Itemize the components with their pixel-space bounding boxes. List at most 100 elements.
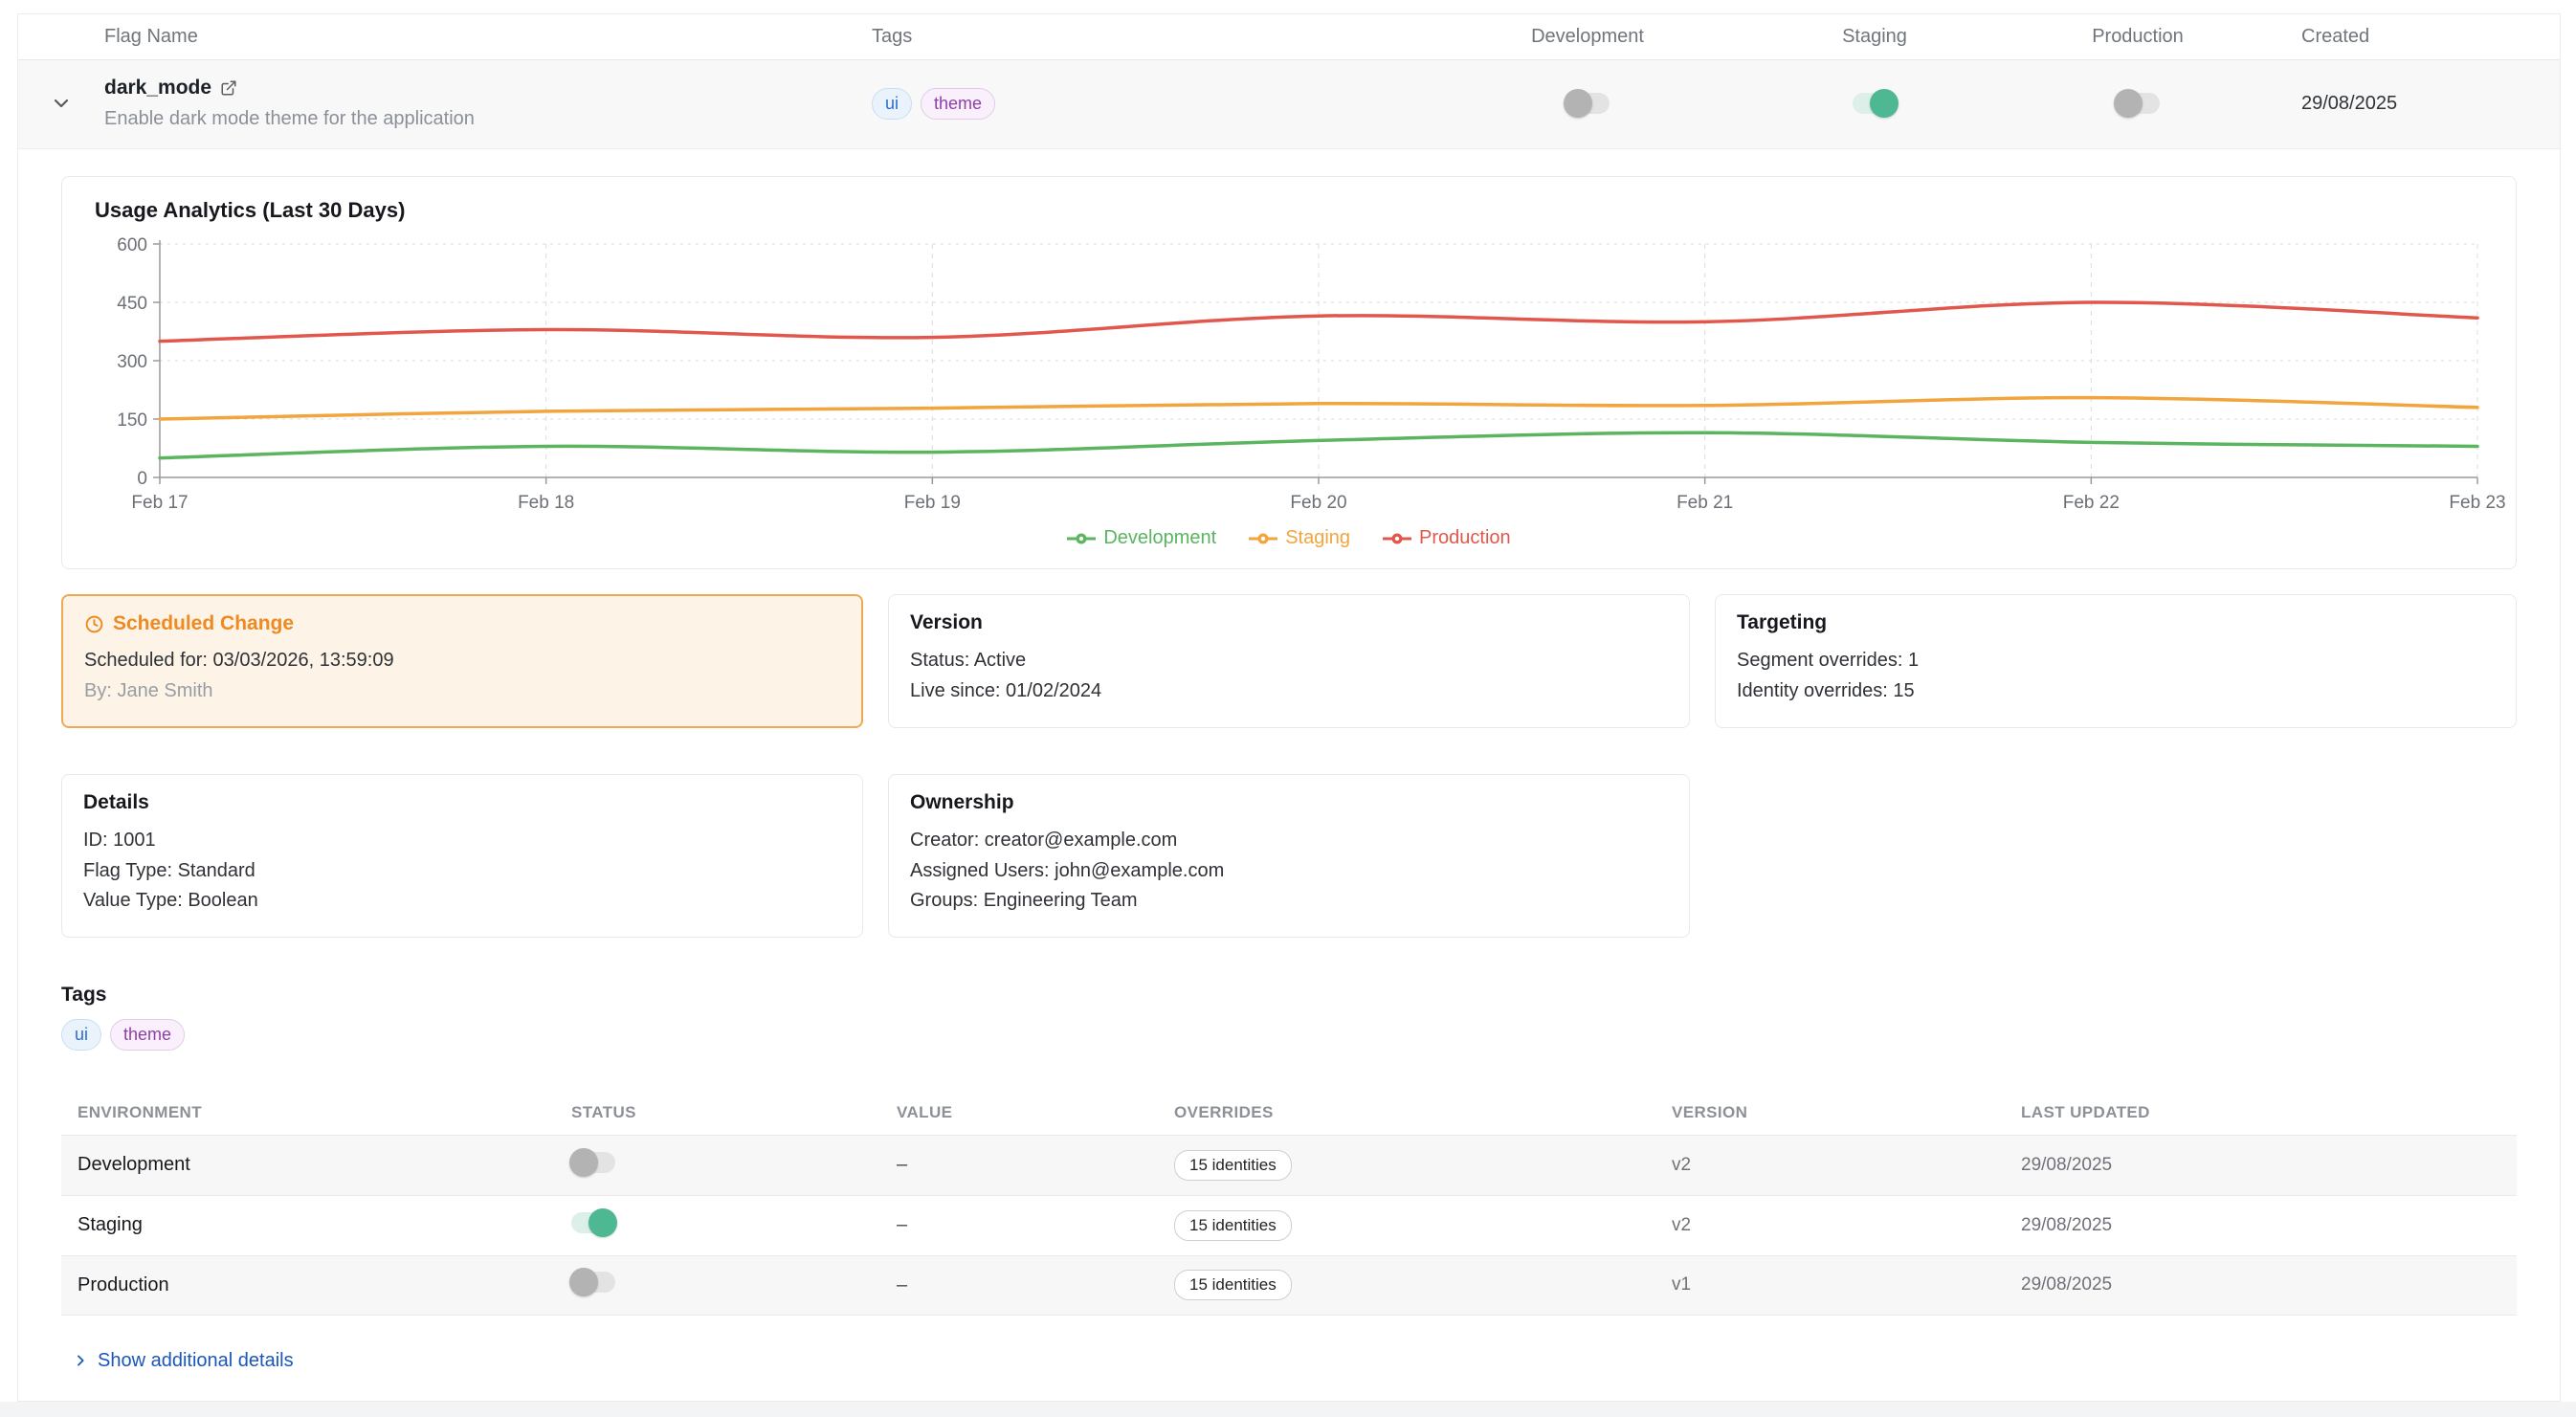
env-name: Production <box>61 1274 554 1296</box>
col-staging: Staging <box>1721 26 2028 48</box>
flag-table-header: Flag Name Tags Development Staging Produ… <box>18 14 2560 60</box>
legend-marker <box>1067 532 1096 545</box>
usage-analytics-card: Usage Analytics (Last 30 Days) 0 150 300 45… <box>61 176 2517 569</box>
col-tags: Tags <box>832 26 1454 48</box>
svg-text:Feb 17: Feb 17 <box>131 493 188 513</box>
env-col-status: STATUS <box>554 1103 879 1122</box>
external-link-icon[interactable] <box>220 79 237 97</box>
env-col-overrides: OVERRIDES <box>1157 1103 1654 1122</box>
env-value: – <box>879 1154 1157 1176</box>
env-status-toggle[interactable] <box>571 1272 615 1293</box>
env-name: Staging <box>61 1214 554 1236</box>
env-version: v1 <box>1654 1274 2004 1295</box>
tags-section: Tags uitheme <box>61 984 2517 1051</box>
env-overrides-button[interactable]: 15 identities <box>1174 1270 1292 1300</box>
scheduled-change-card: Scheduled Change Scheduled for: 03/03/20… <box>61 594 863 728</box>
clock-icon <box>84 614 104 634</box>
ownership-card-title: Ownership <box>910 791 1668 814</box>
card-line: ID: 1001 <box>83 826 841 856</box>
chevron-down-icon[interactable] <box>50 92 73 115</box>
flag-row-dark-mode[interactable]: dark_mode Enable dark mode theme for the… <box>18 60 2560 149</box>
env-col-version: VERSION <box>1654 1103 2004 1122</box>
card-line: Segment overrides: 1 <box>1737 646 2495 676</box>
card-line: Creator: creator@example.com <box>910 826 1668 856</box>
legend-item-development[interactable]: Development <box>1067 527 1216 549</box>
env-row-development: Development–15 identitiesv229/08/2025 <box>61 1135 2517 1195</box>
card-line: Value Type: Boolean <box>83 886 841 917</box>
svg-text:300: 300 <box>117 352 147 372</box>
usage-analytics-chart: 0150300450600Feb 17Feb 18Feb 19Feb 20Feb… <box>83 232 2495 520</box>
svg-text:Feb 21: Feb 21 <box>1677 493 1733 513</box>
development-toggle[interactable] <box>1566 93 1610 114</box>
feature-flag-panel: Flag Name Tags Development Staging Produ… <box>17 13 2561 1402</box>
svg-text:Feb 23: Feb 23 <box>2449 493 2505 513</box>
col-production: Production <box>2028 26 2248 48</box>
targeting-card: Targeting Segment overrides: 1Identity o… <box>1715 594 2517 728</box>
chart-legend: Development Staging Production <box>83 520 2495 561</box>
flag-name: dark_mode <box>104 77 211 100</box>
version-card-title: Version <box>910 611 1668 634</box>
env-row-production: Production –15 identities v129/08/2025 <box>61 1255 2517 1316</box>
legend-label: Production <box>1419 527 1511 549</box>
show-additional-details-label: Show additional details <box>98 1350 294 1372</box>
svg-text:Feb 20: Feb 20 <box>1290 493 1346 513</box>
svg-text:Feb 18: Feb 18 <box>518 493 574 513</box>
info-cards-grid: Scheduled Change Scheduled for: 03/03/20… <box>61 594 2517 938</box>
env-name: Development <box>61 1154 554 1176</box>
env-overrides-button[interactable]: 15 identities <box>1174 1150 1292 1181</box>
tags-section-pills: uitheme <box>61 1019 2517 1051</box>
env-version: v2 <box>1654 1215 2004 1236</box>
card-line: Flag Type: Standard <box>83 856 841 887</box>
scheduled-by-text: By: Jane Smith <box>84 676 840 707</box>
chevron-right-icon <box>73 1353 88 1368</box>
production-toggle[interactable] <box>2116 93 2160 114</box>
legend-item-production[interactable]: Production <box>1383 527 1511 549</box>
env-last-updated: 29/08/2025 <box>2004 1274 2517 1295</box>
chart-title: Usage Analytics (Last 30 Days) <box>95 198 2495 223</box>
card-line: Groups: Engineering Team <box>910 886 1668 917</box>
env-status-toggle[interactable] <box>571 1212 615 1233</box>
details-card-title: Details <box>83 791 841 814</box>
env-col-value: VALUE <box>879 1103 1157 1122</box>
version-card: Version Status: ActiveLive since: 01/02/… <box>888 594 1690 728</box>
col-development: Development <box>1454 26 1721 48</box>
env-value: – <box>879 1274 1157 1296</box>
svg-text:450: 450 <box>117 294 147 314</box>
tag-pill-theme: theme <box>921 88 995 120</box>
created-date: 29/08/2025 <box>2248 93 2560 115</box>
environments-table-header: ENVIRONMENTSTATUSVALUEOVERRIDESVERSIONLA… <box>61 1091 2517 1135</box>
col-flag-name: Flag Name <box>104 26 832 48</box>
legend-item-staging[interactable]: Staging <box>1249 527 1350 549</box>
environments-table: ENVIRONMENTSTATUSVALUEOVERRIDESVERSIONLA… <box>61 1091 2517 1316</box>
staging-toggle[interactable] <box>1853 93 1897 114</box>
env-overrides-button[interactable]: 15 identities <box>1174 1210 1292 1241</box>
targeting-card-title: Targeting <box>1737 611 2495 634</box>
tag-pill-theme: theme <box>110 1019 185 1051</box>
svg-text:0: 0 <box>137 469 147 489</box>
col-created: Created <box>2248 26 2560 48</box>
env-status-toggle[interactable] <box>571 1152 615 1173</box>
card-line: Live since: 01/02/2024 <box>910 676 1668 707</box>
legend-label: Development <box>1103 527 1216 549</box>
env-col-last-updated: LAST UPDATED <box>2004 1103 2517 1122</box>
scheduled-change-title: Scheduled Change <box>113 612 294 635</box>
svg-text:Feb 22: Feb 22 <box>2063 493 2120 513</box>
card-line: Assigned Users: john@example.com <box>910 856 1668 887</box>
flag-description: Enable dark mode theme for the applicati… <box>104 108 832 130</box>
details-card: Details ID: 1001Flag Type: StandardValue… <box>61 774 863 938</box>
env-row-staging: Staging –15 identities v229/08/2025 <box>61 1195 2517 1255</box>
legend-marker <box>1383 532 1411 545</box>
env-last-updated: 29/08/2025 <box>2004 1215 2517 1236</box>
scheduled-for-text: Scheduled for: 03/03/2026, 13:59:09 <box>84 646 840 676</box>
tag-pill-ui: ui <box>872 88 912 120</box>
svg-text:Feb 19: Feb 19 <box>904 493 961 513</box>
flag-expanded-details: Usage Analytics (Last 30 Days) 0 150 300 45… <box>18 149 2560 1401</box>
env-value: – <box>879 1214 1157 1236</box>
env-last-updated: 29/08/2025 <box>2004 1155 2517 1176</box>
show-additional-details-link[interactable]: Show additional details <box>73 1350 294 1372</box>
svg-text:150: 150 <box>117 410 147 431</box>
env-col-environment: ENVIRONMENT <box>61 1103 554 1122</box>
legend-marker <box>1249 532 1277 545</box>
card-line: Identity overrides: 15 <box>1737 676 2495 707</box>
bottom-strip <box>0 1402 2576 1417</box>
